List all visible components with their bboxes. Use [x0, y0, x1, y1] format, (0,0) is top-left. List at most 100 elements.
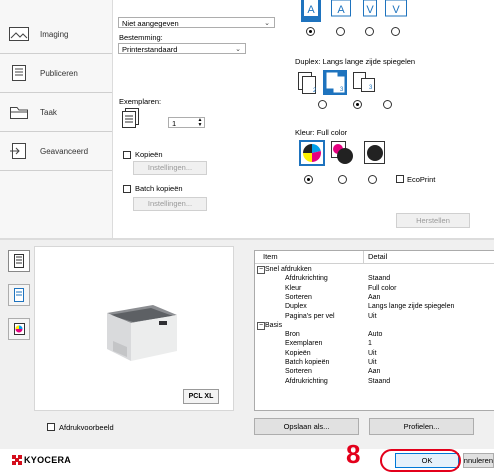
table-row: Afdrukrichting Staand	[255, 274, 494, 283]
duplex-radio-3[interactable]	[383, 100, 392, 109]
table-row: Sorteren Aan	[255, 367, 494, 376]
detail-value: Uit	[368, 349, 377, 357]
sidebar-item-label: Geavanceerd	[40, 146, 89, 156]
svg-text:V: V	[392, 4, 400, 16]
destination-select[interactable]: Printerstandaard ⌄	[118, 43, 246, 54]
detail-value: Langs lange zijde spiegelen	[368, 303, 455, 311]
imaging-icon	[8, 25, 30, 43]
job-icon	[8, 103, 30, 121]
column-divider	[363, 251, 364, 263]
printer-preview: PCL XL	[34, 246, 234, 411]
printer-image	[107, 305, 177, 361]
sidebar-item-advanced[interactable]: Geavanceerd	[0, 132, 112, 170]
top-select[interactable]: Niet aangegeven ⌄	[118, 17, 275, 28]
detail-value: Full color	[368, 284, 397, 292]
orientation-radio-3[interactable]	[365, 27, 374, 36]
sidebar-item-publish[interactable]: Publiceren	[0, 54, 112, 92]
batch-label: Batch kopieën	[135, 184, 183, 193]
chevron-down-icon: ⌄	[264, 20, 270, 27]
sidebar: Imaging Publiceren Taak Geavanceerd	[0, 0, 113, 238]
printer-icon	[14, 254, 24, 268]
sidebar-divider	[0, 170, 112, 171]
collate-checkbox[interactable]	[123, 151, 131, 159]
color-full-tile[interactable]	[299, 140, 325, 166]
cancel-button[interactable]: Annuleren	[463, 453, 494, 468]
duplex-long-edge-tile[interactable]: 3	[323, 70, 347, 95]
collapse-icon[interactable]: −	[257, 266, 265, 274]
detail-value: Aan	[368, 293, 381, 301]
destination-label: Bestemming:	[119, 33, 163, 42]
duplex-off-tile[interactable]: 2	[295, 71, 319, 95]
detail-value: Aan	[368, 368, 381, 376]
preview-checkbox-label: Afdrukvoorbeeld	[59, 423, 114, 432]
table-row: Duplex Langs lange zijde spiegelen	[255, 302, 494, 311]
ecoprint-label: EcoPrint	[407, 175, 436, 184]
duplex-radio-1[interactable]	[318, 100, 327, 109]
profiles-button[interactable]: Profielen...	[369, 418, 474, 435]
detail-item: Exemplaren	[285, 340, 323, 348]
detail-group-row: − Basis	[255, 321, 494, 330]
detail-group-row: − Snel afdrukken	[255, 265, 494, 274]
footer-bar: KYOCERA 8 OK Annuleren	[0, 439, 494, 472]
copies-value: 1	[172, 119, 177, 128]
settings-detail-table[interactable]: Item Detail − Snel afdrukken Afdrukrichtin…	[254, 250, 494, 411]
kyocera-logo-icon	[12, 455, 22, 465]
orientation-landscape-tile[interactable]: A	[331, 0, 351, 22]
destination-value: Printerstandaard	[122, 45, 178, 54]
save-as-button[interactable]: Opslaan als...	[254, 418, 359, 435]
detail-value: Staand	[368, 275, 391, 283]
color-icon	[14, 323, 25, 335]
settings-panel: Niet aangegeven ⌄ Bestemming: Printersta…	[113, 0, 494, 238]
brand-logo: KYOCERA	[12, 455, 71, 465]
tab-printer[interactable]	[8, 250, 30, 272]
orientation-portrait-tile[interactable]: A	[301, 0, 321, 22]
detail-item: Sorteren	[285, 368, 312, 376]
collapse-icon[interactable]: −	[257, 321, 265, 330]
detail-value: Staand	[368, 377, 391, 385]
sidebar-item-label: Imaging	[40, 29, 69, 39]
detail-item: Kopieën	[285, 349, 311, 357]
orientation-portrait-rotated-tile[interactable]: V	[360, 0, 380, 22]
ok-highlight-ring	[380, 449, 461, 472]
detail-item: Basis	[265, 321, 283, 329]
sidebar-item-label: Publiceren	[40, 68, 78, 78]
detail-item: Duplex	[285, 303, 307, 311]
color-mono-plus-tile[interactable]	[330, 140, 356, 166]
table-row: Afdrukrichting Staand	[255, 377, 494, 386]
color-radio-1[interactable]	[304, 175, 313, 184]
sidebar-item-imaging[interactable]: Imaging	[0, 15, 112, 53]
publish-icon	[8, 64, 30, 82]
svg-text:A: A	[337, 4, 345, 16]
duplex-label: Duplex: Langs lange zijde spiegelen	[295, 57, 415, 66]
orientation-landscape-rotated-tile[interactable]: V	[385, 0, 407, 22]
svg-text:A: A	[307, 4, 315, 16]
color-radio-2[interactable]	[338, 175, 347, 184]
table-row: Sorteren Aan	[255, 293, 494, 302]
tab-document[interactable]	[8, 284, 30, 306]
header-underline	[255, 263, 494, 264]
top-select-value: Niet aangegeven	[122, 19, 179, 28]
ecoprint-checkbox[interactable]	[396, 175, 404, 183]
batch-settings-button[interactable]: Instellingen...	[133, 197, 207, 211]
copies-spin-icon[interactable]: ▲ ▼	[196, 118, 204, 128]
duplex-radio-2[interactable]	[353, 100, 362, 109]
color-radio-3[interactable]	[368, 175, 377, 184]
duplex-short-edge-tile[interactable]: 3	[351, 70, 377, 95]
duplex-value: Langs lange zijde spiegelen	[322, 57, 416, 66]
tab-color[interactable]	[8, 318, 30, 340]
batch-checkbox[interactable]	[123, 185, 131, 193]
collate-settings-button[interactable]: Instellingen...	[133, 161, 207, 175]
orientation-radio-1[interactable]	[306, 27, 315, 36]
sidebar-item-job[interactable]: Taak	[0, 93, 112, 131]
orientation-radio-2[interactable]	[336, 27, 345, 36]
preview-checkbox[interactable]	[47, 423, 55, 431]
reset-button[interactable]: Herstellen	[396, 213, 470, 228]
orientation-radio-4[interactable]	[391, 27, 400, 36]
detail-item: Bron	[285, 331, 300, 339]
table-row: Exemplaren 1	[255, 339, 494, 348]
color-mono-tile[interactable]	[363, 140, 389, 166]
table-row: Kopieën Uit	[255, 349, 494, 358]
table-row: Pagina's per vel Uit	[255, 312, 494, 321]
color-value: Full color	[316, 128, 348, 137]
detail-item: Pagina's per vel	[285, 312, 335, 320]
